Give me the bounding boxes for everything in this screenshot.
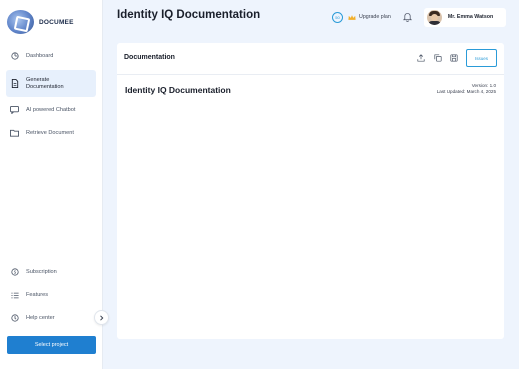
dashboard-icon	[10, 52, 19, 61]
svg-text:$: $	[13, 270, 16, 276]
folder-icon	[10, 129, 19, 138]
copy-icon	[434, 54, 442, 62]
page-title: Identity IQ Documentation	[117, 9, 261, 21]
sidebar-item-label: Features	[26, 291, 49, 298]
sidebar-item-features[interactable]: Features	[6, 286, 96, 304]
sidebar-nav: Dashboard Generate Documentation AI powe…	[6, 47, 96, 147]
app-logo[interactable]: DOCUMEE	[7, 9, 74, 35]
sidebar-bottom-nav: $ Subscription Features Help center	[6, 263, 96, 332]
sidebar-item-label: Retrieve Document	[26, 129, 74, 136]
sidebar: DOCUMEE Dashboard Generate Documentation…	[0, 0, 103, 369]
avatar	[426, 9, 442, 25]
notifications-button[interactable]	[402, 12, 412, 22]
sidebar-item-label: Generate Documentation	[26, 76, 64, 90]
sidebar-item-generate-documentation[interactable]: Generate Documentation	[6, 70, 96, 97]
save-button[interactable]	[449, 53, 459, 63]
logo-icon	[7, 10, 34, 34]
upgrade-plan-label: Upgrade plan	[359, 14, 391, 20]
crown-icon	[348, 14, 356, 21]
logo-text: DOCUMEE	[39, 18, 74, 26]
document-meta: Version: 1.0 Last Updated: March 4, 2025	[437, 83, 496, 95]
save-icon	[450, 54, 458, 62]
header-actions: 50 Upgrade plan Mr. Emma Watson	[332, 7, 506, 27]
credits-ring[interactable]: 50	[332, 11, 343, 23]
upgrade-plan-button[interactable]: Upgrade plan	[348, 14, 391, 21]
bell-icon	[402, 12, 412, 22]
sidebar-item-label: Dashboard	[26, 52, 54, 59]
sidebar-item-label: Help center	[26, 314, 55, 321]
dollar-icon: $	[10, 268, 19, 277]
document-last-updated: Last Updated: March 4, 2025	[436, 89, 496, 94]
card-title: Documentation	[124, 54, 175, 61]
documentation-card: Documentation Issues Identity IQ Documen…	[117, 43, 504, 339]
sidebar-item-help-center[interactable]: Help center	[6, 309, 96, 327]
sidebar-item-subscription[interactable]: $ Subscription	[6, 263, 96, 281]
list-icon	[10, 291, 19, 300]
sidebar-toggle-button[interactable]	[94, 310, 109, 325]
chat-icon	[10, 106, 19, 115]
sidebar-item-dashboard[interactable]: Dashboard	[6, 47, 96, 65]
user-name: Mr. Emma Watson	[447, 14, 494, 20]
user-menu[interactable]: Mr. Emma Watson	[423, 7, 506, 27]
copy-button[interactable]	[433, 53, 443, 63]
export-button[interactable]	[416, 53, 426, 63]
document-title: Identity IQ Documentation	[125, 85, 231, 95]
card-header: Documentation Issues	[117, 43, 504, 75]
document-icon	[10, 79, 19, 88]
sidebar-item-label: Subscription	[26, 268, 57, 275]
issues-button[interactable]: Issues	[466, 49, 497, 67]
help-icon	[10, 314, 19, 323]
select-project-button[interactable]: Select project	[7, 336, 96, 354]
upload-icon	[417, 54, 425, 62]
sidebar-item-retrieve-document[interactable]: Retrieve Document	[6, 124, 96, 142]
chevron-right-icon	[99, 314, 104, 321]
credits-count: 50	[335, 14, 340, 20]
sidebar-item-ai-chatbot[interactable]: AI powered Chatbot	[6, 101, 96, 119]
sidebar-item-label: AI powered Chatbot	[26, 106, 76, 113]
